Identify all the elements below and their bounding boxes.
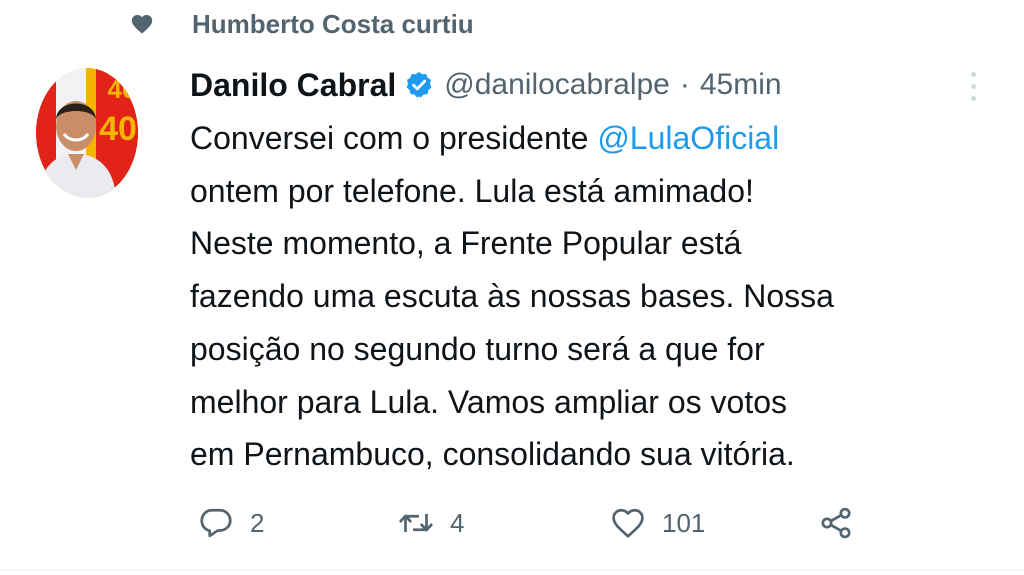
tweet-text-line: melhor para Lula. Vamos ampliar os votos [190,383,788,420]
reply-icon [198,505,234,541]
author-handle[interactable]: @danilocabralpe [444,68,670,102]
tweet-text-line: Conversei com o presidente @LulaOficial [190,120,780,156]
avatar[interactable]: 40 40 [36,68,138,198]
share-icon [818,505,854,541]
like-count: 101 [662,507,706,538]
reply-button[interactable]: 2 [198,498,264,548]
like-icon [610,505,646,541]
tweet-text-line: fazendo uma escuta às nossas bases. Noss… [190,278,834,315]
tweet-header: Danilo Cabral @danilocabralpe · 45min [190,62,782,108]
retweet-count: 4 [450,507,465,538]
social-context: Humberto Costa curtiu [130,4,474,44]
retweet-button[interactable]: 4 [398,498,464,548]
like-button[interactable]: 101 [610,498,705,548]
tweet-text: Conversei com o presidente @LulaOficial … [190,112,1010,481]
tweet-text-line: em Pernambuco, consolidando sua vitória. [190,436,795,473]
divider [0,570,1024,571]
tweet-actions: 2 4 101 [0,498,1024,548]
mention-link[interactable]: @LulaOficial [597,120,779,156]
retweet-icon [398,505,434,541]
svg-text:40: 40 [99,110,137,148]
svg-text:40: 40 [108,74,137,104]
heart-icon [130,12,154,36]
social-context-label[interactable]: Humberto Costa curtiu [192,9,474,40]
more-options-icon[interactable] [965,68,981,104]
verified-badge-icon [404,70,434,100]
reply-count: 2 [250,507,265,538]
share-button[interactable] [818,498,854,548]
header-separator: · [679,68,690,101]
tweet-text-line: ontem por telefone. Lula está amimado! [190,172,754,209]
tweet-timestamp[interactable]: 45min [700,68,782,102]
tweet-text-line: Neste momento, a Frente Popular está [190,225,742,262]
author-name[interactable]: Danilo Cabral [190,67,396,104]
tweet-text-line: posição no segundo turno será a que for [190,330,765,367]
